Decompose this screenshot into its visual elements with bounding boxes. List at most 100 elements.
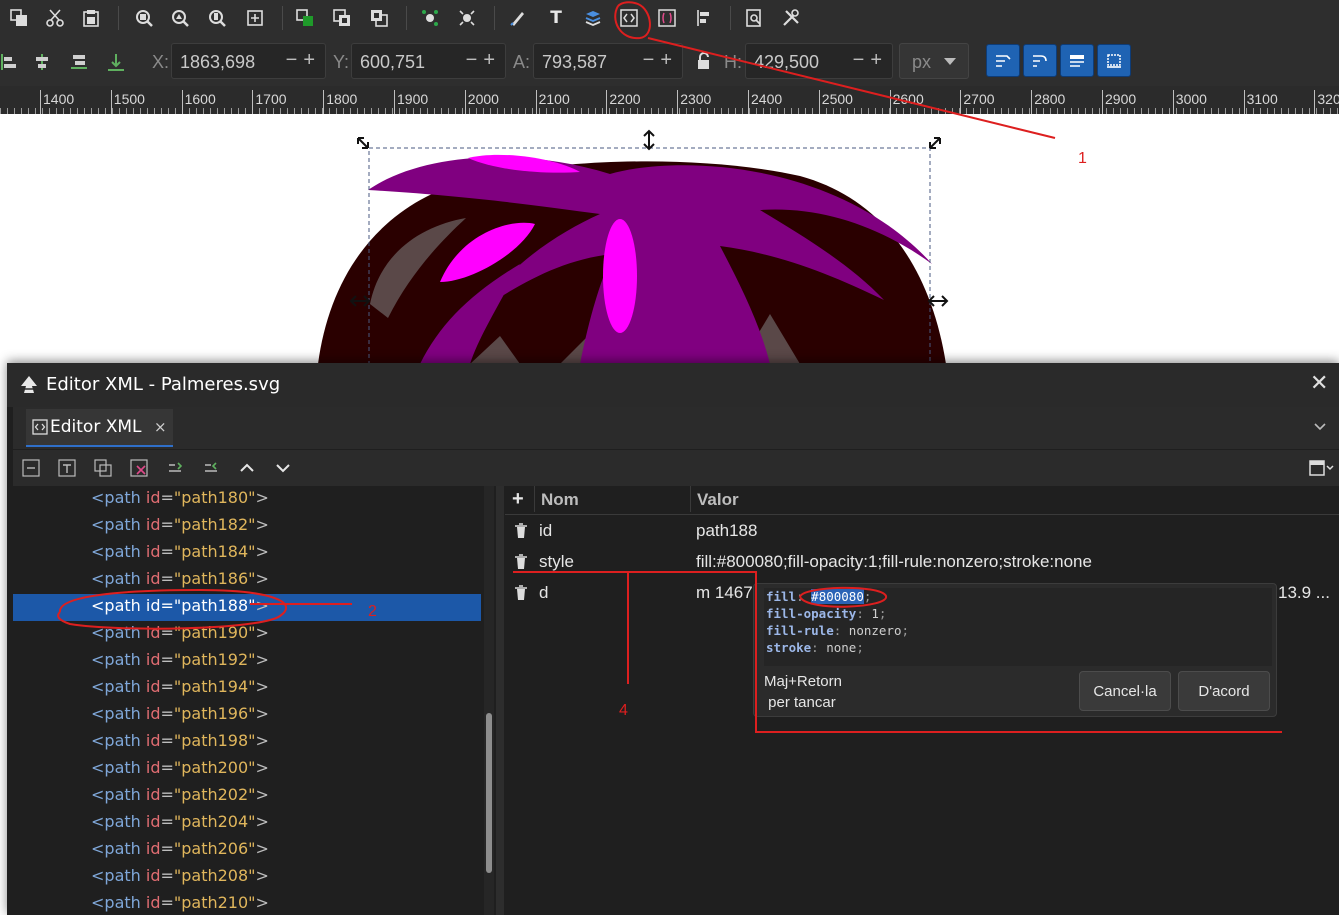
xml-node-row[interactable]: <path id="path208"> xyxy=(13,864,481,891)
preferences-icon[interactable] xyxy=(780,7,802,29)
cancel-button[interactable]: Cancel·la xyxy=(1079,671,1171,711)
node-end: > xyxy=(255,488,269,507)
fill-stroke-icon[interactable] xyxy=(507,7,529,29)
duplicate-icon[interactable] xyxy=(8,7,30,29)
node-tag: <path xyxy=(91,704,141,723)
layout-options-icon[interactable] xyxy=(1309,459,1335,477)
palm-tree-drawing[interactable] xyxy=(0,114,1339,364)
attribute-row[interactable]: id path188 xyxy=(505,519,1339,549)
zoom-selection-icon[interactable] xyxy=(133,7,155,29)
chevron-down-icon[interactable] xyxy=(1313,419,1327,433)
height-label: H: xyxy=(724,52,742,72)
align-bottom-icon[interactable] xyxy=(106,52,126,72)
equals-sign: = xyxy=(160,650,174,669)
scale-corners-button[interactable] xyxy=(1023,44,1057,77)
value-column-header[interactable]: Valor xyxy=(697,490,739,510)
zoom-drawing-icon[interactable] xyxy=(169,7,191,29)
align-icon[interactable] xyxy=(693,7,715,29)
equals-sign: = xyxy=(160,515,174,534)
indent-node-icon[interactable] xyxy=(202,459,220,477)
trash-icon[interactable] xyxy=(514,585,528,601)
xml-node-row[interactable]: <path id="path194"> xyxy=(13,675,481,702)
align-left-icon[interactable] xyxy=(0,52,20,72)
scale-stroke-button[interactable] xyxy=(986,44,1020,77)
group-icon[interactable] xyxy=(331,7,353,29)
y-field[interactable]: 600,751 −+ xyxy=(351,43,506,79)
add-attribute-button[interactable]: + xyxy=(512,488,524,511)
width-field[interactable]: 793,587 −+ xyxy=(533,43,683,79)
height-field[interactable]: 429,500 −+ xyxy=(745,43,893,79)
xml-node-row[interactable]: <path id="path202"> xyxy=(13,783,481,810)
xml-node-row[interactable]: <path id="path188"> xyxy=(13,594,481,621)
ruler-major-tick xyxy=(40,90,41,114)
x-stepper[interactable]: −+ xyxy=(286,49,321,72)
move-patterns-button[interactable] xyxy=(1097,44,1131,77)
attribute-value[interactable]: m 1467 xyxy=(696,583,753,603)
align-right-icon[interactable] xyxy=(69,52,89,72)
text-icon[interactable]: T xyxy=(545,7,567,29)
horizontal-ruler[interactable]: 1400 1500 1600 1700 1800 1900 2000 2100 2200 2300… xyxy=(0,86,1339,114)
css-colon: : xyxy=(811,640,827,655)
equals-sign: = xyxy=(160,785,174,804)
zoom-center-icon[interactable] xyxy=(244,7,266,29)
new-element-node-icon[interactable] xyxy=(22,459,40,477)
xml-node-row[interactable]: <path id="path192"> xyxy=(13,648,481,675)
attribute-name: d xyxy=(539,583,549,602)
drawing-canvas[interactable] xyxy=(0,114,1339,364)
object-properties-icon[interactable] xyxy=(656,7,678,29)
trash-icon[interactable] xyxy=(514,523,528,539)
move-gradients-button[interactable] xyxy=(1060,44,1094,77)
ruler-major-tick xyxy=(464,90,466,114)
xml-node-row[interactable]: <path id="path190"> xyxy=(13,621,481,648)
attribute-value[interactable]: path188 xyxy=(696,521,757,541)
ok-button[interactable]: D'acord xyxy=(1178,671,1270,711)
xml-node-row[interactable]: <path id="path204"> xyxy=(13,810,481,837)
height-stepper[interactable]: −+ xyxy=(853,49,888,72)
zoom-page-icon[interactable] xyxy=(206,7,228,29)
raise-icon[interactable] xyxy=(294,7,316,29)
style-value-editor[interactable]: fill: #800080; fill-opacity: 1; fill-rule:… xyxy=(764,588,1272,666)
xml-node-row[interactable]: <path id="path182"> xyxy=(13,513,481,540)
xml-node-tree[interactable]: <path id="path180"> <path id="path182"> <p… xyxy=(13,486,481,915)
transform-icon[interactable] xyxy=(456,7,478,29)
raise-node-icon[interactable] xyxy=(238,459,256,477)
lower-node-icon[interactable] xyxy=(274,459,292,477)
dialog-titlebar[interactable]: Editor XML - Palmeres.svg ✕ xyxy=(7,363,1339,407)
y-stepper[interactable]: −+ xyxy=(466,49,501,72)
pane-splitter[interactable] xyxy=(496,486,504,915)
xml-node-row[interactable]: <path id="path200"> xyxy=(13,756,481,783)
xml-node-row[interactable]: <path id="path196"> xyxy=(13,702,481,729)
node-editor-icon[interactable] xyxy=(419,7,441,29)
xml-node-row[interactable]: <path id="path210"> xyxy=(13,891,481,915)
close-icon[interactable]: ✕ xyxy=(1310,371,1328,396)
scrollbar-thumb[interactable] xyxy=(486,713,492,873)
xml-node-row[interactable]: <path id="path186"> xyxy=(13,567,481,594)
delete-node-icon[interactable] xyxy=(130,459,148,477)
xml-editor-icon[interactable] xyxy=(618,7,640,29)
tab-xml-editor[interactable]: Editor XML × xyxy=(26,409,173,447)
align-center-icon[interactable] xyxy=(32,52,52,72)
document-properties-icon[interactable] xyxy=(743,7,765,29)
cut-icon[interactable] xyxy=(44,7,66,29)
xml-node-row[interactable]: <path id="path184"> xyxy=(13,540,481,567)
x-field[interactable]: 1863,698 −+ xyxy=(171,43,326,79)
unit-select[interactable]: px xyxy=(899,43,969,79)
lock-icon[interactable] xyxy=(695,52,713,70)
attribute-row[interactable]: style fill:#800080;fill-opacity:1;fill-r… xyxy=(505,550,1339,580)
attribute-value[interactable]: fill:#800080;fill-opacity:1;fill-rule:no… xyxy=(696,552,1092,572)
trash-icon[interactable] xyxy=(514,554,528,570)
unindent-node-icon[interactable] xyxy=(166,459,184,477)
xml-node-row[interactable]: <path id="path206"> xyxy=(13,837,481,864)
xml-node-row[interactable]: <path id="path198"> xyxy=(13,729,481,756)
tab-close-icon[interactable]: × xyxy=(154,418,167,436)
new-text-node-icon[interactable] xyxy=(58,459,76,477)
ungroup-icon[interactable] xyxy=(368,7,390,29)
paste-icon[interactable] xyxy=(80,7,102,29)
width-stepper[interactable]: −+ xyxy=(643,49,678,72)
xml-node-row[interactable]: <path id="path180"> xyxy=(13,486,481,513)
name-column-header[interactable]: Nom xyxy=(541,490,579,510)
layers-icon[interactable] xyxy=(582,7,604,29)
node-attr-value: "path188" xyxy=(173,596,256,615)
duplicate-node-icon[interactable] xyxy=(94,459,112,477)
ruler-major-tick xyxy=(1243,90,1245,114)
